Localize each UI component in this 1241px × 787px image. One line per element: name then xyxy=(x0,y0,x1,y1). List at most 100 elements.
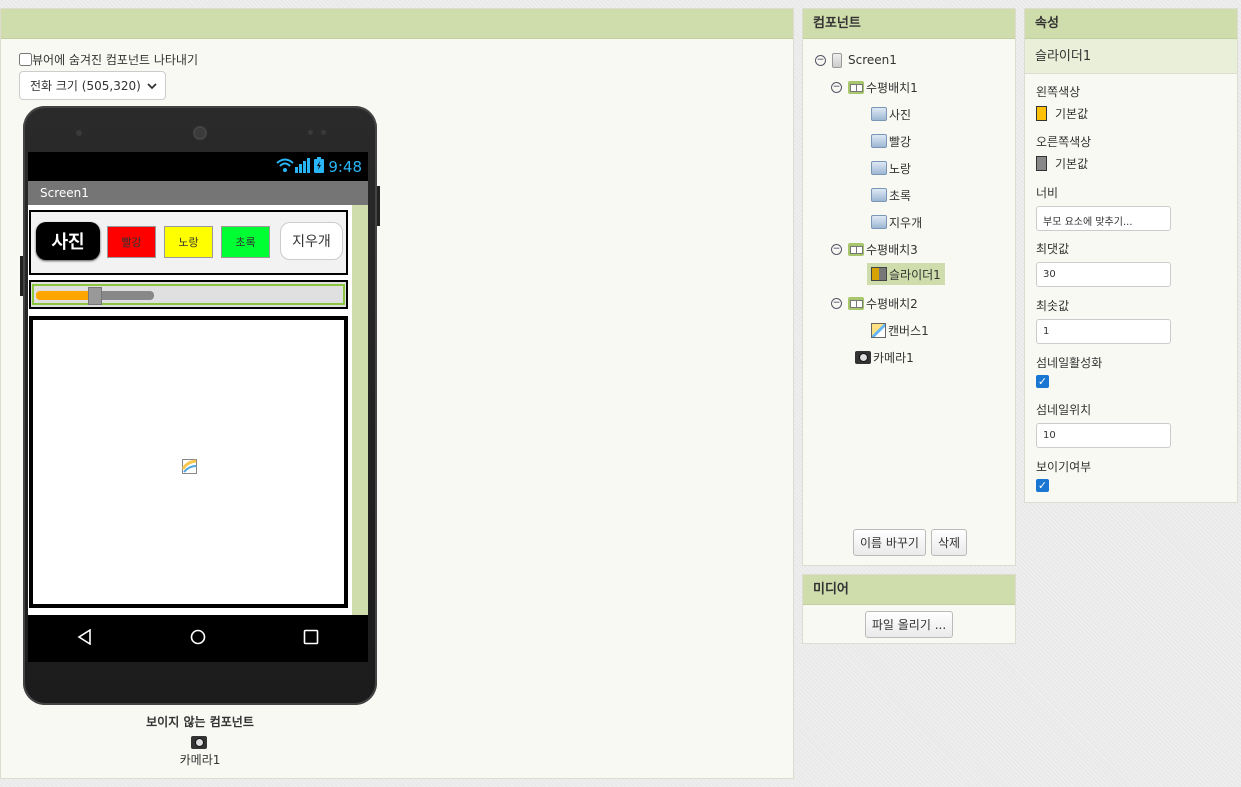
photo-button[interactable]: 사진 xyxy=(36,222,100,260)
prop-label: 왼쪽색상 xyxy=(1036,85,1081,99)
tree-label: 초록 xyxy=(889,188,912,203)
prop-label: 최댓값 xyxy=(1036,242,1070,256)
tree-item-hbox3[interactable]: − 수평배치3 xyxy=(831,238,918,260)
button-icon xyxy=(871,107,887,121)
tree-item-screen[interactable]: − Screen1 xyxy=(815,49,897,71)
collapse-icon[interactable]: − xyxy=(831,297,842,309)
tree-label: 수평배치3 xyxy=(866,242,918,257)
max-value-field[interactable]: 30 xyxy=(1036,262,1171,287)
properties-title: 속성 xyxy=(1025,9,1237,39)
button-icon xyxy=(871,188,887,202)
screen-icon xyxy=(832,52,842,68)
nonvisible-title: 보이지 않는 컴포넌트 xyxy=(146,715,254,729)
canvas-1[interactable] xyxy=(29,316,348,608)
tree-item-hbox2[interactable]: − 수평배치2 xyxy=(831,292,918,314)
tree-item-yellow[interactable]: 노랑 xyxy=(871,157,911,179)
slider-1[interactable] xyxy=(32,284,345,305)
show-hidden-checkbox[interactable] xyxy=(19,53,32,66)
color-right-picker[interactable]: 기본값 xyxy=(1036,155,1091,172)
phone-size-value: 전화 크기 (505,320) xyxy=(30,79,141,93)
selected-component-name: 슬라이더1 xyxy=(1025,39,1237,74)
rename-button[interactable]: 이름 바꾸기 xyxy=(852,529,926,556)
color-left-value: 기본값 xyxy=(1055,107,1089,121)
button-icon xyxy=(871,161,887,175)
camera-icon xyxy=(191,736,207,749)
tree-item-eraser[interactable]: 지우개 xyxy=(871,211,922,233)
slider-thumb[interactable] xyxy=(88,287,102,305)
upload-file-button[interactable]: 파일 올리기 ... xyxy=(864,611,954,638)
battery-icon xyxy=(314,156,325,177)
yellow-button[interactable]: 노랑 xyxy=(164,226,213,258)
recents-icon[interactable] xyxy=(303,629,319,648)
tree-label: 캔버스1 xyxy=(888,323,929,338)
prop-color-right: 오른쪽색상 기본값 xyxy=(1036,133,1091,172)
prop-visible: 보이기여부 ✓ xyxy=(1036,458,1091,492)
phone-size-select[interactable]: 전화 크기 (505,320) xyxy=(19,71,166,100)
phone-sensor3-icon xyxy=(321,130,326,135)
phone-mockup: 9:48 Screen1 사진 빨강 노랑 초록 지우개 xyxy=(20,106,380,705)
tree-label: 지우개 xyxy=(889,215,923,230)
collapse-icon[interactable]: − xyxy=(831,243,842,255)
status-bar: 9:48 xyxy=(28,152,368,181)
tree-item-photo[interactable]: 사진 xyxy=(871,103,911,125)
color-left-picker[interactable]: 기본값 xyxy=(1036,105,1088,122)
collapse-icon[interactable]: − xyxy=(815,54,826,66)
tree-label: Screen1 xyxy=(848,53,897,67)
slider-icon xyxy=(871,267,887,281)
red-button[interactable]: 빨강 xyxy=(107,226,156,258)
tree-item-hbox1[interactable]: − 수평배치1 xyxy=(831,76,918,98)
media-panel: 미디어 파일 올리기 ... xyxy=(802,574,1016,644)
viewer-controls: 뷰어에 숨겨진 컴포넌트 나타내기 전화 크기 (505,320) xyxy=(19,51,198,100)
viewer-header xyxy=(1,9,793,39)
color-right-value: 기본값 xyxy=(1055,157,1089,171)
prop-label: 보이기여부 xyxy=(1036,460,1092,474)
min-value-field[interactable]: 1 xyxy=(1036,319,1171,344)
button-icon xyxy=(871,215,887,229)
slider-track-right xyxy=(94,291,154,300)
canvas-icon xyxy=(871,322,886,338)
tree-label: 수평배치1 xyxy=(866,80,918,95)
green-button[interactable]: 초록 xyxy=(221,226,270,258)
prop-label: 섬네일활성화 xyxy=(1036,356,1103,370)
home-icon[interactable] xyxy=(190,629,206,648)
tree-label: 노랑 xyxy=(889,161,912,176)
tree-label: 카메라1 xyxy=(873,350,914,365)
show-hidden-components-toggle[interactable]: 뷰어에 숨겨진 컴포넌트 나타내기 xyxy=(19,51,198,68)
prop-max: 최댓값 30 xyxy=(1036,240,1171,287)
horizontal-arrangement-3[interactable] xyxy=(29,280,348,309)
tree-item-red[interactable]: 빨강 xyxy=(871,130,911,152)
width-field[interactable]: 부모 요소에 맞추기... xyxy=(1036,206,1171,231)
color-swatch-left[interactable] xyxy=(1036,106,1047,121)
components-title: 컴포넌트 xyxy=(803,9,1015,39)
phone-side-button-right xyxy=(377,186,380,226)
tree-label: 사진 xyxy=(889,107,912,122)
color-swatch-right[interactable] xyxy=(1036,156,1047,171)
tree-item-canvas[interactable]: 캔버스1 xyxy=(871,319,929,341)
collapse-icon[interactable]: − xyxy=(831,81,842,93)
tree-item-camera[interactable]: 카메라1 xyxy=(855,346,914,368)
tree-item-slider[interactable]: 슬라이더1 xyxy=(867,263,945,285)
screen-content: 사진 빨강 노랑 초록 지우개 xyxy=(28,205,368,615)
nonvisible-components: 보이지 않는 컴포넌트 카메라1 xyxy=(1,713,399,768)
eraser-button[interactable]: 지우개 xyxy=(280,222,343,260)
phone-sensor2-icon xyxy=(308,130,313,135)
screen-title-bar: Screen1 xyxy=(28,181,368,205)
media-body: 파일 올리기 ... xyxy=(803,605,1015,638)
canvas-icon xyxy=(181,459,197,474)
viewer-panel: 뷰어에 숨겨진 컴포넌트 나타내기 전화 크기 (505,320) 9:48 S… xyxy=(0,8,794,779)
visible-checkbox[interactable]: ✓ xyxy=(1036,479,1049,492)
button-icon xyxy=(871,134,887,148)
component-actions: 이름 바꾸기 삭제 xyxy=(803,529,1017,556)
delete-button[interactable]: 삭제 xyxy=(930,529,968,556)
tree-label: 슬라이더1 xyxy=(889,267,941,282)
prop-label: 최솟값 xyxy=(1036,299,1070,313)
slider-track-left xyxy=(36,291,96,300)
screen-scrollbar[interactable] xyxy=(352,205,368,615)
horizontal-arrangement-1[interactable]: 사진 빨강 노랑 초록 지우개 xyxy=(29,210,348,275)
thumb-enabled-checkbox[interactable]: ✓ xyxy=(1036,375,1049,388)
tree-item-green[interactable]: 초록 xyxy=(871,184,911,206)
thumb-position-field[interactable]: 10 xyxy=(1036,423,1171,448)
nonvisible-camera[interactable]: 카메라1 xyxy=(1,736,399,768)
nonvisible-camera-label: 카메라1 xyxy=(179,753,221,767)
back-icon[interactable] xyxy=(77,628,93,648)
